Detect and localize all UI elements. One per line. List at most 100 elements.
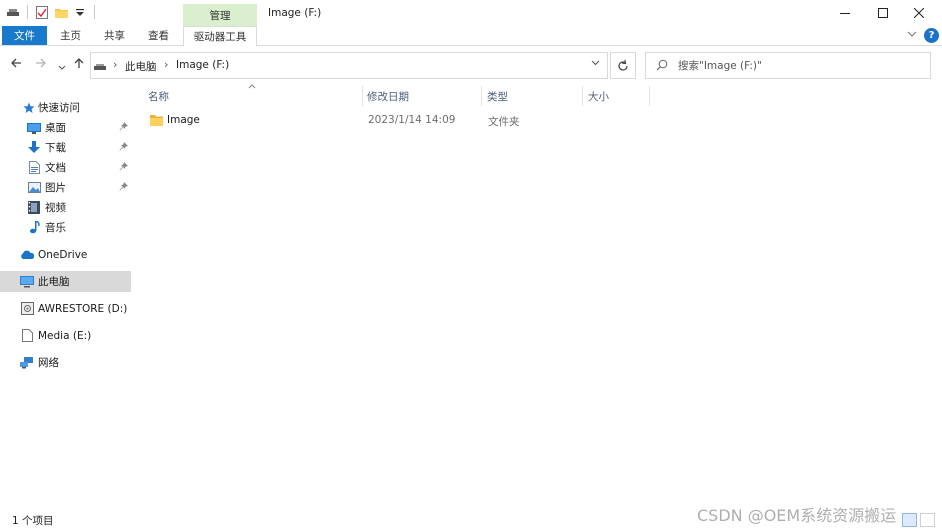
- file-row[interactable]: Image 2023/1/14 14:09 文件夹: [140, 111, 660, 131]
- nav-network[interactable]: 网络: [0, 352, 131, 373]
- folder-icon: [150, 114, 163, 129]
- close-icon: [914, 8, 924, 18]
- details-view-icon[interactable]: [902, 513, 917, 527]
- address-history-dropdown[interactable]: [591, 59, 600, 69]
- nav-drive-d[interactable]: AWRESTORE (D:): [0, 298, 131, 319]
- back-arrow-icon: [11, 58, 21, 68]
- search-input[interactable]: [678, 58, 918, 74]
- nav-label: 此电脑: [38, 276, 70, 288]
- file-type: 文件夹: [488, 116, 520, 128]
- forward-arrow-icon: [36, 58, 46, 68]
- navigation-pane: 快速访问 桌面 下载 文档 图片 视频 音乐 OneDrive 此电脑 AWRE…: [0, 90, 134, 510]
- desktop-icon: [27, 121, 41, 135]
- minimize-icon: [840, 13, 850, 14]
- nav-desktop[interactable]: 桌面: [0, 117, 131, 138]
- breadcrumb-separator-icon[interactable]: ›: [164, 58, 168, 71]
- nav-downloads[interactable]: 下载: [0, 137, 131, 158]
- pin-icon[interactable]: [119, 182, 128, 194]
- pin-icon[interactable]: [119, 122, 128, 134]
- close-button[interactable]: [896, 0, 942, 26]
- removable-drive-icon: [20, 329, 34, 343]
- chevron-down-icon: [58, 65, 66, 70]
- toolbar-divider: [94, 5, 95, 19]
- new-folder-icon[interactable]: [54, 5, 68, 19]
- breadcrumb-separator-icon[interactable]: ›: [113, 58, 117, 71]
- nav-label: OneDrive: [38, 248, 88, 261]
- drive-icon: [6, 5, 20, 19]
- ribbon-tabs: 文件 主页 共享 查看 驱动器工具 ?: [0, 26, 942, 46]
- nav-label: 下载: [45, 142, 66, 154]
- nav-pictures[interactable]: 图片: [0, 177, 131, 198]
- nav-label: 桌面: [45, 122, 66, 134]
- column-name[interactable]: 名称: [140, 84, 362, 108]
- breadcrumb-drive-f[interactable]: Image (F:): [176, 59, 229, 71]
- nav-drive-e[interactable]: Media (E:): [0, 325, 131, 346]
- hard-drive-icon: [20, 302, 34, 316]
- cloud-icon: [20, 248, 34, 262]
- watermark-text: CSDN @OEM系统资源搬运: [697, 506, 897, 525]
- manage-context-group[interactable]: 管理: [183, 4, 257, 26]
- picture-icon: [27, 181, 41, 195]
- tab-file[interactable]: 文件: [2, 26, 47, 45]
- nav-label: 图片: [45, 182, 66, 194]
- navigation-bar: › 此电脑 › Image (F:): [0, 52, 942, 79]
- column-size[interactable]: 大小: [580, 84, 648, 108]
- network-icon: [20, 356, 34, 370]
- pin-icon[interactable]: [119, 142, 128, 154]
- nav-label: Media (E:): [38, 329, 92, 342]
- nav-documents[interactable]: 文档: [0, 157, 131, 178]
- recent-locations-button[interactable]: [58, 60, 66, 75]
- properties-icon[interactable]: [35, 5, 49, 19]
- maximize-icon: [878, 8, 888, 18]
- nav-this-pc[interactable]: 此电脑: [0, 271, 131, 292]
- view-toggle: [902, 513, 935, 527]
- breadcrumb-this-pc[interactable]: 此电脑: [125, 59, 157, 74]
- up-arrow-icon: [74, 58, 84, 68]
- nav-music[interactable]: 音乐: [0, 217, 131, 238]
- chevron-down-icon: [591, 60, 600, 66]
- document-icon: [27, 161, 41, 175]
- column-divider[interactable]: [649, 86, 650, 106]
- back-button[interactable]: [10, 57, 22, 73]
- nav-label: 快速访问: [38, 102, 80, 114]
- address-bar[interactable]: › 此电脑 › Image (F:): [90, 52, 608, 79]
- window-title: Image (F:): [268, 7, 322, 19]
- music-icon: [27, 221, 41, 235]
- search-box[interactable]: [645, 52, 931, 79]
- column-type[interactable]: 类型: [479, 84, 579, 108]
- star-icon: [22, 101, 36, 115]
- large-icons-view-icon[interactable]: [920, 513, 935, 527]
- nav-label: 网络: [38, 357, 59, 369]
- forward-button[interactable]: [35, 57, 47, 73]
- this-pc-drive-icon: [94, 62, 106, 74]
- nav-videos[interactable]: 视频: [0, 197, 131, 218]
- computer-icon: [20, 275, 34, 289]
- nav-label: 视频: [45, 202, 66, 214]
- tab-home[interactable]: 主页: [60, 28, 81, 43]
- expand-ribbon-icon[interactable]: [907, 30, 917, 41]
- nav-label: AWRESTORE (D:): [38, 302, 128, 315]
- toolbar-divider: [27, 5, 28, 19]
- download-icon: [27, 141, 41, 155]
- video-icon: [27, 201, 41, 215]
- help-icon[interactable]: ?: [924, 28, 939, 43]
- refresh-icon: [618, 59, 628, 71]
- title-bar: 管理 Image (F:): [0, 0, 942, 26]
- nav-label: 音乐: [45, 222, 66, 234]
- up-button[interactable]: [73, 57, 85, 73]
- tab-share[interactable]: 共享: [104, 28, 125, 43]
- nav-onedrive[interactable]: OneDrive: [0, 244, 131, 265]
- nav-quick-access[interactable]: 快速访问: [0, 97, 131, 118]
- search-icon: [656, 59, 668, 74]
- customize-toolbar-icon[interactable]: [73, 5, 87, 19]
- pin-icon[interactable]: [119, 162, 128, 174]
- nav-label: 文档: [45, 162, 66, 174]
- tab-drive-tools[interactable]: 驱动器工具: [183, 26, 257, 46]
- tab-view[interactable]: 查看: [148, 28, 169, 43]
- file-name[interactable]: Image: [167, 114, 200, 126]
- file-modified: 2023/1/14 14:09: [368, 114, 456, 126]
- column-headers: 名称 修改日期 类型 大小: [140, 84, 660, 108]
- column-modified[interactable]: 修改日期: [359, 84, 479, 108]
- status-item-count: 1 个项目: [12, 515, 54, 527]
- refresh-button[interactable]: [610, 52, 636, 79]
